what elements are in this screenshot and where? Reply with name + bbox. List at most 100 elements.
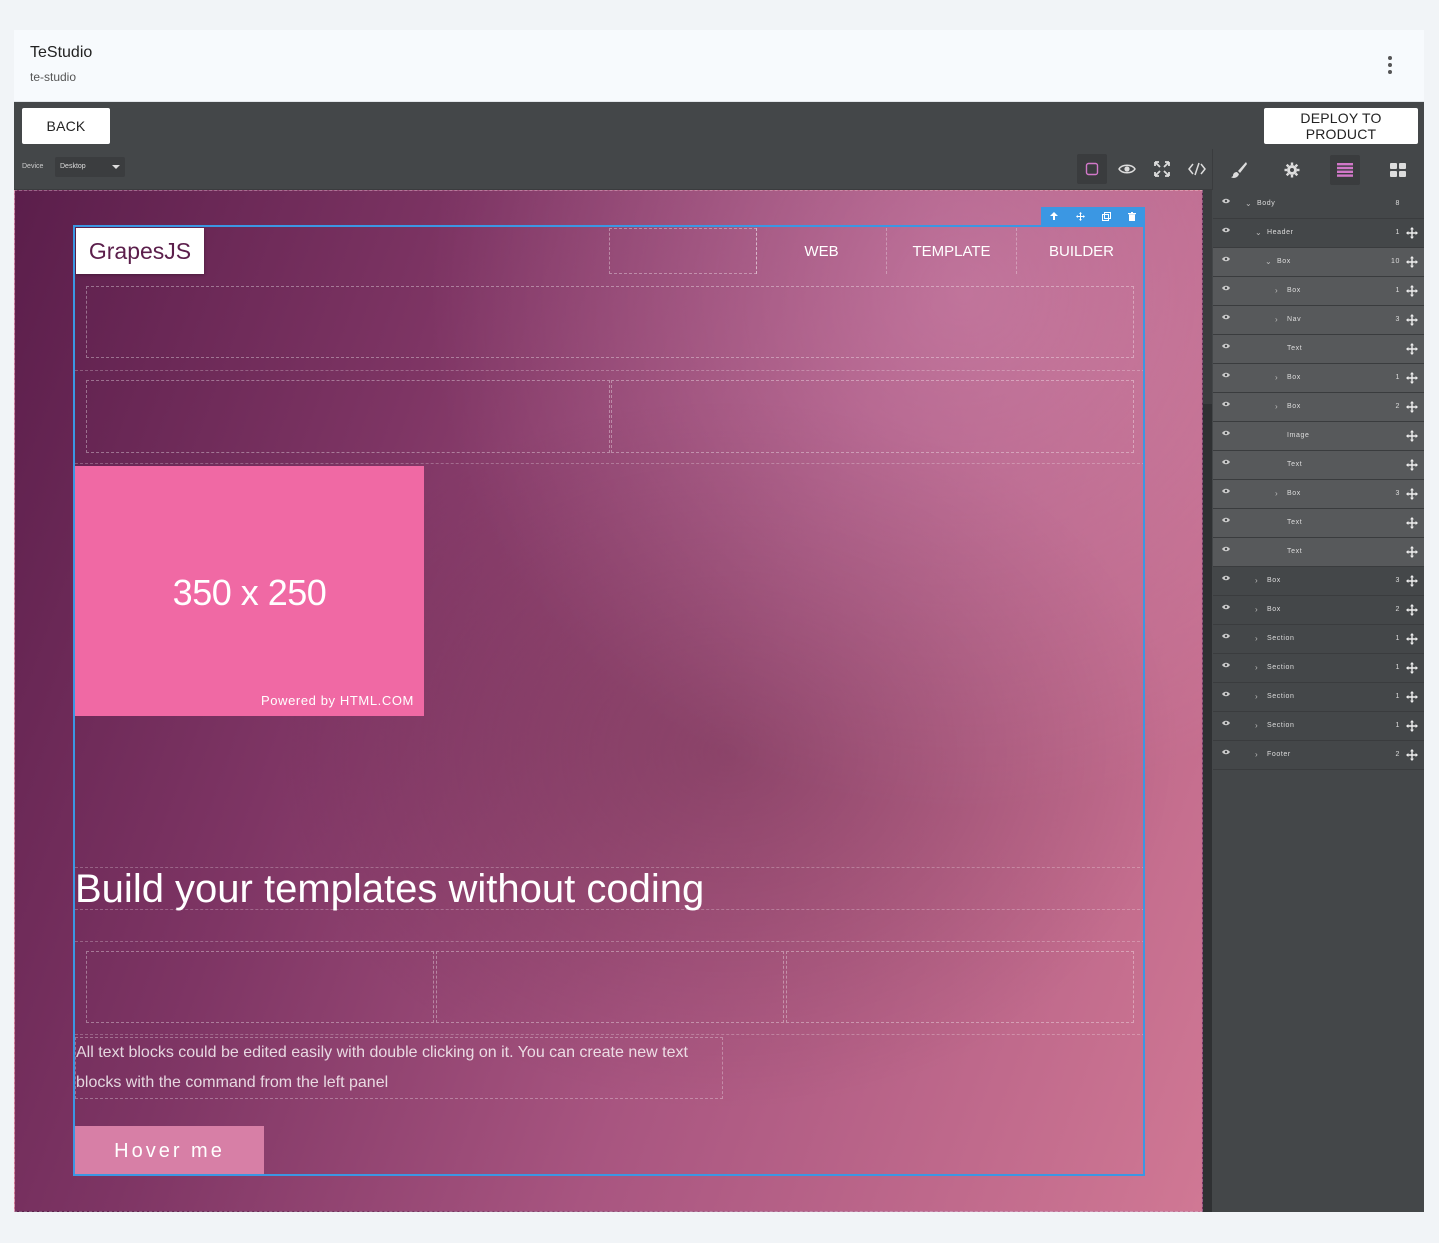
layer-visibility-eye-icon[interactable] — [1222, 401, 1230, 407]
layer-drag-move-icon[interactable] — [1406, 691, 1418, 703]
settings-gear-icon[interactable] — [1277, 155, 1307, 185]
caret-right-icon[interactable]: › — [1275, 403, 1282, 411]
layer-drag-move-icon[interactable] — [1406, 343, 1418, 355]
layer-visibility-eye-icon[interactable] — [1222, 256, 1230, 262]
layer-drag-move-icon[interactable] — [1406, 256, 1418, 268]
caret-right-icon[interactable]: › — [1255, 751, 1262, 759]
caret-down-icon[interactable]: ⌄ — [1245, 200, 1252, 208]
layer-row-box[interactable]: › Box 1 — [1213, 277, 1424, 306]
deploy-button[interactable]: DEPLOY TO PRODUCT — [1264, 108, 1418, 144]
caret-right-icon[interactable]: › — [1275, 287, 1282, 295]
layer-row-box[interactable]: › Box 3 — [1213, 567, 1424, 596]
layer-drag-move-icon[interactable] — [1406, 430, 1418, 442]
layer-visibility-eye-icon[interactable] — [1222, 198, 1230, 204]
layer-visibility-eye-icon[interactable] — [1222, 517, 1230, 523]
layer-name: Nav — [1287, 316, 1302, 323]
layer-name: Section — [1267, 722, 1295, 729]
caret-right-icon[interactable]: › — [1255, 577, 1262, 585]
device-select[interactable]: Desktop — [55, 157, 125, 177]
layer-child-count: 1 — [1395, 287, 1400, 294]
layer-row-box[interactable]: › Box 2 — [1213, 596, 1424, 625]
layer-drag-move-icon[interactable] — [1406, 372, 1418, 384]
layer-drag-move-icon[interactable] — [1406, 314, 1418, 326]
layer-visibility-eye-icon[interactable] — [1222, 488, 1230, 494]
layer-drag-move-icon[interactable] — [1406, 227, 1418, 239]
layer-visibility-eye-icon[interactable] — [1222, 633, 1230, 639]
layer-manager-icon[interactable] — [1329, 154, 1360, 185]
layer-drag-move-icon[interactable] — [1406, 604, 1418, 616]
layer-visibility-eye-icon[interactable] — [1222, 314, 1230, 320]
preview-eye-icon[interactable] — [1112, 154, 1142, 184]
layer-visibility-eye-icon[interactable] — [1222, 575, 1230, 581]
layer-row-box[interactable]: › Box 3 — [1213, 480, 1424, 509]
layer-row-section[interactable]: › Section 1 — [1213, 712, 1424, 741]
code-icon[interactable] — [1182, 154, 1212, 184]
layer-visibility-eye-icon[interactable] — [1222, 343, 1230, 349]
layer-visibility-eye-icon[interactable] — [1222, 372, 1230, 378]
fullscreen-icon[interactable] — [1147, 154, 1177, 184]
layer-row-section[interactable]: › Section 1 — [1213, 654, 1424, 683]
layer-drag-move-icon[interactable] — [1406, 662, 1418, 674]
scrollbar-thumb[interactable] — [1203, 404, 1212, 1212]
caret-right-icon[interactable]: › — [1255, 722, 1262, 730]
caret-down-icon — [112, 165, 120, 169]
caret-down-icon[interactable]: ⌄ — [1255, 229, 1262, 237]
layer-visibility-eye-icon[interactable] — [1222, 720, 1230, 726]
layer-row-section[interactable]: › Section 1 — [1213, 683, 1424, 712]
caret-right-icon[interactable]: › — [1255, 693, 1262, 701]
layer-drag-move-icon[interactable] — [1406, 575, 1418, 587]
layer-row-section[interactable]: › Section 1 — [1213, 625, 1424, 654]
layer-drag-move-icon[interactable] — [1406, 517, 1418, 529]
layer-visibility-eye-icon[interactable] — [1222, 285, 1230, 291]
layer-visibility-eye-icon[interactable] — [1222, 749, 1230, 755]
layer-drag-move-icon[interactable] — [1406, 720, 1418, 732]
layer-visibility-eye-icon[interactable] — [1222, 546, 1230, 552]
layer-visibility-eye-icon[interactable] — [1222, 604, 1230, 610]
clone-icon[interactable] — [1099, 209, 1113, 223]
layer-row-box[interactable]: ⌄ Box 10 — [1213, 248, 1424, 277]
caret-right-icon[interactable]: › — [1255, 606, 1262, 614]
sw-visibility-icon[interactable] — [1077, 154, 1107, 184]
layer-row-box[interactable]: › Box 1 — [1213, 364, 1424, 393]
component-toolbar — [1041, 207, 1145, 225]
layer-name: Text — [1287, 548, 1303, 555]
layer-row-body[interactable]: ⌄ Body 8 — [1213, 190, 1424, 219]
layer-row-box[interactable]: › Box 2 — [1213, 393, 1424, 422]
editor-canvas[interactable]: GrapesJS WEB TEMPLATE BUILDER 350 x 250 … — [14, 190, 1203, 1212]
caret-right-icon[interactable]: › — [1255, 635, 1262, 643]
layer-drag-move-icon[interactable] — [1406, 749, 1418, 761]
layer-drag-move-icon[interactable] — [1406, 488, 1418, 500]
caret-right-icon[interactable]: › — [1255, 664, 1262, 672]
layer-drag-move-icon[interactable] — [1406, 285, 1418, 297]
canvas-scrollbar[interactable] — [1203, 190, 1212, 1212]
select-parent-icon[interactable] — [1047, 209, 1061, 223]
delete-icon[interactable] — [1125, 209, 1139, 223]
layer-drag-move-icon[interactable] — [1406, 401, 1418, 413]
move-icon[interactable] — [1073, 209, 1087, 223]
caret-right-icon[interactable]: › — [1275, 490, 1282, 498]
layer-row-text[interactable]: Text — [1213, 335, 1424, 364]
layer-row-nav[interactable]: › Nav 3 — [1213, 306, 1424, 335]
blocks-grid-icon[interactable] — [1383, 155, 1413, 185]
layer-drag-move-icon[interactable] — [1406, 546, 1418, 558]
layer-name: Box — [1287, 403, 1301, 410]
layer-row-text[interactable]: Text — [1213, 538, 1424, 567]
back-button[interactable]: BACK — [22, 108, 110, 144]
layer-visibility-eye-icon[interactable] — [1222, 662, 1230, 668]
layer-drag-move-icon[interactable] — [1406, 459, 1418, 471]
layer-drag-move-icon[interactable] — [1406, 633, 1418, 645]
more-options-icon[interactable] — [1384, 56, 1396, 76]
layer-visibility-eye-icon[interactable] — [1222, 227, 1230, 233]
layer-row-image[interactable]: Image — [1213, 422, 1424, 451]
layer-visibility-eye-icon[interactable] — [1222, 691, 1230, 697]
layer-visibility-eye-icon[interactable] — [1222, 430, 1230, 436]
layer-row-text[interactable]: Text — [1213, 509, 1424, 538]
layer-row-header[interactable]: ⌄ Header 1 — [1213, 219, 1424, 248]
layer-visibility-eye-icon[interactable] — [1222, 459, 1230, 465]
layer-row-text[interactable]: Text — [1213, 451, 1424, 480]
caret-down-icon[interactable]: ⌄ — [1265, 258, 1272, 266]
caret-right-icon[interactable]: › — [1275, 316, 1282, 324]
caret-right-icon[interactable]: › — [1275, 374, 1282, 382]
layer-row-footer[interactable]: › Footer 2 — [1213, 741, 1424, 770]
style-manager-brush-icon[interactable] — [1224, 155, 1254, 185]
